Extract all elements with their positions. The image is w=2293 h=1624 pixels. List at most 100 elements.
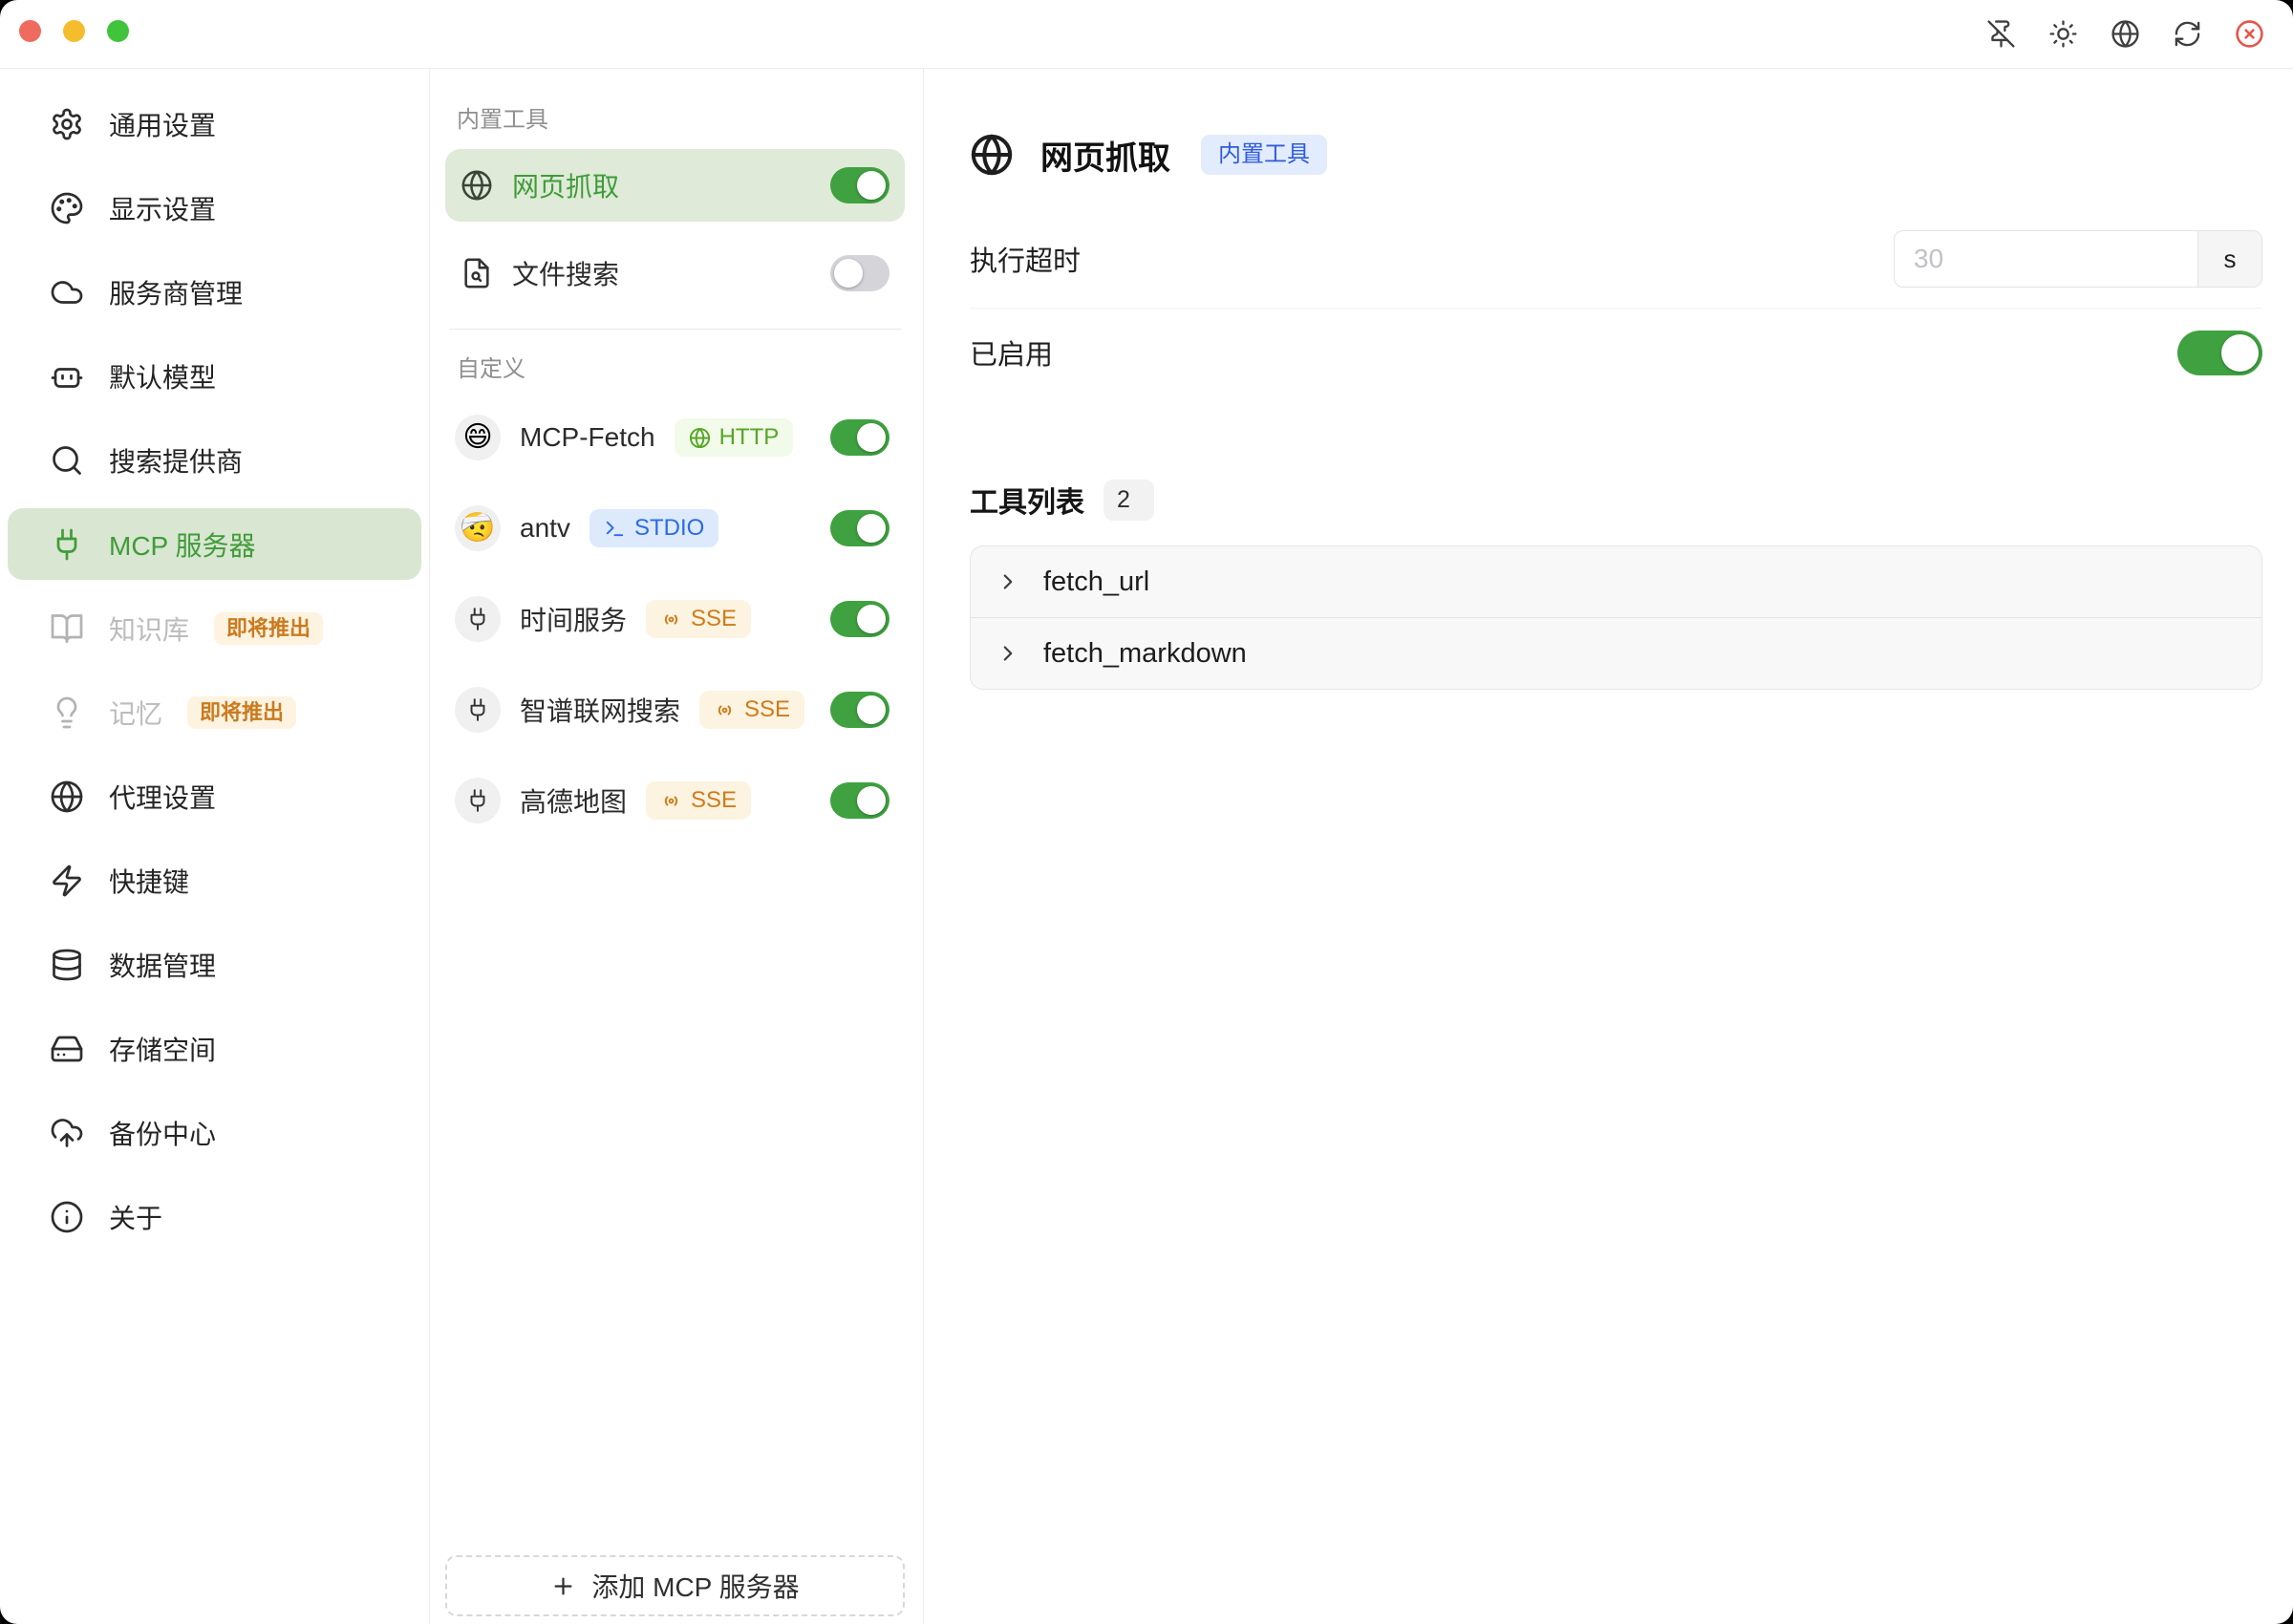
hard-drive-icon [50, 1032, 84, 1066]
transport-badge-http: HTTP [675, 418, 794, 457]
palette-icon [50, 191, 84, 225]
close-circle-icon[interactable] [2235, 19, 2264, 49]
sidebar-item-default-models[interactable]: 默认模型 [8, 340, 421, 412]
server-item-amap[interactable]: 高德地图 SSE [445, 764, 905, 837]
server-avatar: 🤕 [455, 505, 501, 551]
enabled-toggle[interactable] [2177, 331, 2262, 375]
sidebar-item-knowledge-base[interactable]: 知识库 即将推出 [8, 592, 421, 664]
gear-icon [50, 107, 84, 141]
radio-icon [660, 790, 682, 812]
sidebar-item-about[interactable]: 关于 [8, 1181, 421, 1252]
enabled-label: 已启用 [970, 332, 1053, 373]
server-name: 文件搜索 [512, 254, 619, 292]
sidebar-item-label: 代理设置 [109, 778, 216, 816]
timeout-label: 执行超时 [970, 239, 1081, 279]
refresh-icon[interactable] [2173, 19, 2202, 49]
tool-row-fetch-markdown[interactable]: fetch_markdown [971, 617, 2261, 689]
server-enabled-toggle[interactable] [830, 601, 889, 637]
file-search-icon [461, 257, 493, 289]
tools-list-title: 工具列表 [970, 479, 1084, 521]
server-enabled-toggle[interactable] [830, 255, 889, 291]
pin-off-icon[interactable] [1986, 19, 2016, 49]
sidebar-item-label: 存储空间 [109, 1030, 216, 1068]
sidebar-item-label: 服务商管理 [109, 273, 243, 311]
sidebar-item-data-management[interactable]: 数据管理 [8, 929, 421, 1000]
emoji-grinning-icon: 😄 [462, 423, 492, 452]
server-enabled-toggle[interactable] [830, 419, 889, 456]
server-item-file-search[interactable]: 文件搜索 [445, 237, 905, 310]
theme-sun-icon[interactable] [2048, 19, 2078, 49]
timeout-field-row: 执行超时 30 s [970, 229, 2262, 288]
sidebar-item-label: 记忆 [109, 694, 162, 732]
add-mcp-server-button[interactable]: 添加 MCP 服务器 [445, 1555, 905, 1616]
sidebar-item-providers[interactable]: 服务商管理 [8, 256, 421, 328]
tool-row-fetch-url[interactable]: fetch_url [971, 546, 2261, 617]
sidebar-item-general[interactable]: 通用设置 [8, 88, 421, 160]
sidebar-item-memory[interactable]: 记忆 即将推出 [8, 676, 421, 748]
add-mcp-server-label: 添加 MCP 服务器 [591, 1567, 799, 1605]
timeout-input-group: 30 s [1894, 230, 2262, 288]
server-name: 网页抓取 [512, 166, 619, 204]
bot-icon [50, 359, 84, 394]
timeout-unit-addon: s [2197, 231, 2261, 287]
sidebar-item-label: 数据管理 [109, 946, 216, 984]
emoji-bandage-icon: 🤕 [460, 514, 495, 543]
sidebar-item-storage[interactable]: 存储空间 [8, 1013, 421, 1084]
transport-badge-label: SSE [691, 608, 737, 630]
search-icon [50, 443, 84, 478]
tools-list-header: 工具列表 2 [970, 479, 2262, 521]
sidebar-item-proxy[interactable]: 代理设置 [8, 760, 421, 832]
tool-name: fetch_markdown [1043, 638, 1247, 670]
server-name: antv [520, 513, 570, 544]
server-enabled-toggle[interactable] [830, 167, 889, 203]
transport-badge-label: STDIO [634, 517, 704, 540]
terminal-icon [604, 518, 626, 540]
sidebar-item-label: 知识库 [109, 609, 189, 648]
titlebar-actions [1986, 19, 2264, 49]
tools-count-badge: 2 [1104, 480, 1154, 521]
server-enabled-toggle[interactable] [830, 692, 889, 728]
server-name: 高德地图 [520, 781, 627, 820]
server-enabled-toggle[interactable] [830, 510, 889, 546]
traffic-lights [19, 20, 129, 42]
close-window-button[interactable] [19, 20, 41, 42]
server-item-time-service[interactable]: 时间服务 SSE [445, 583, 905, 655]
server-item-mcp-fetch[interactable]: 😄 MCP-Fetch HTTP [445, 401, 905, 474]
sidebar-item-label: 通用设置 [109, 105, 216, 143]
sidebar-item-mcp-servers[interactable]: MCP 服务器 [8, 508, 421, 580]
server-avatar [455, 687, 501, 733]
book-icon [50, 611, 84, 646]
globe-icon [689, 427, 711, 449]
timeout-input[interactable]: 30 [1895, 231, 2197, 287]
server-item-web-scraping[interactable]: 网页抓取 [445, 149, 905, 222]
coming-soon-badge: 即将推出 [187, 696, 296, 729]
sidebar-item-label: 快捷键 [109, 862, 189, 900]
zap-icon [50, 864, 84, 898]
chevron-right-icon [996, 569, 1020, 594]
database-icon [50, 948, 84, 982]
sidebar-item-label: MCP 服务器 [109, 525, 256, 564]
titlebar [0, 0, 2293, 69]
server-enabled-toggle[interactable] [830, 782, 889, 819]
info-icon [50, 1200, 84, 1234]
transport-badge-label: HTTP [719, 426, 780, 449]
server-item-antv[interactable]: 🤕 antv STDIO [445, 492, 905, 565]
plug-icon [465, 607, 490, 631]
mcp-server-list-panel: 内置工具 网页抓取 文件搜索 自定义 😄 MCP-Fetch [430, 69, 924, 1624]
sidebar-item-shortcuts[interactable]: 快捷键 [8, 844, 421, 916]
transport-badge-sse: SSE [646, 781, 751, 820]
transport-badge-label: SSE [691, 789, 737, 812]
maximize-window-button[interactable] [107, 20, 129, 42]
plug-icon [465, 788, 490, 813]
plus-icon [550, 1573, 576, 1599]
server-detail-title: 网页抓取 [1040, 132, 1170, 179]
timeout-placeholder: 30 [1914, 244, 1943, 274]
builtin-tools-section-header: 内置工具 [445, 107, 905, 134]
plug-icon [50, 527, 84, 562]
sidebar-item-search-providers[interactable]: 搜索提供商 [8, 424, 421, 496]
language-globe-icon[interactable] [2111, 19, 2140, 49]
server-item-zhipu-search[interactable]: 智谱联网搜索 SSE [445, 673, 905, 746]
sidebar-item-backup-center[interactable]: 备份中心 [8, 1097, 421, 1168]
minimize-window-button[interactable] [63, 20, 85, 42]
sidebar-item-display[interactable]: 显示设置 [8, 172, 421, 244]
